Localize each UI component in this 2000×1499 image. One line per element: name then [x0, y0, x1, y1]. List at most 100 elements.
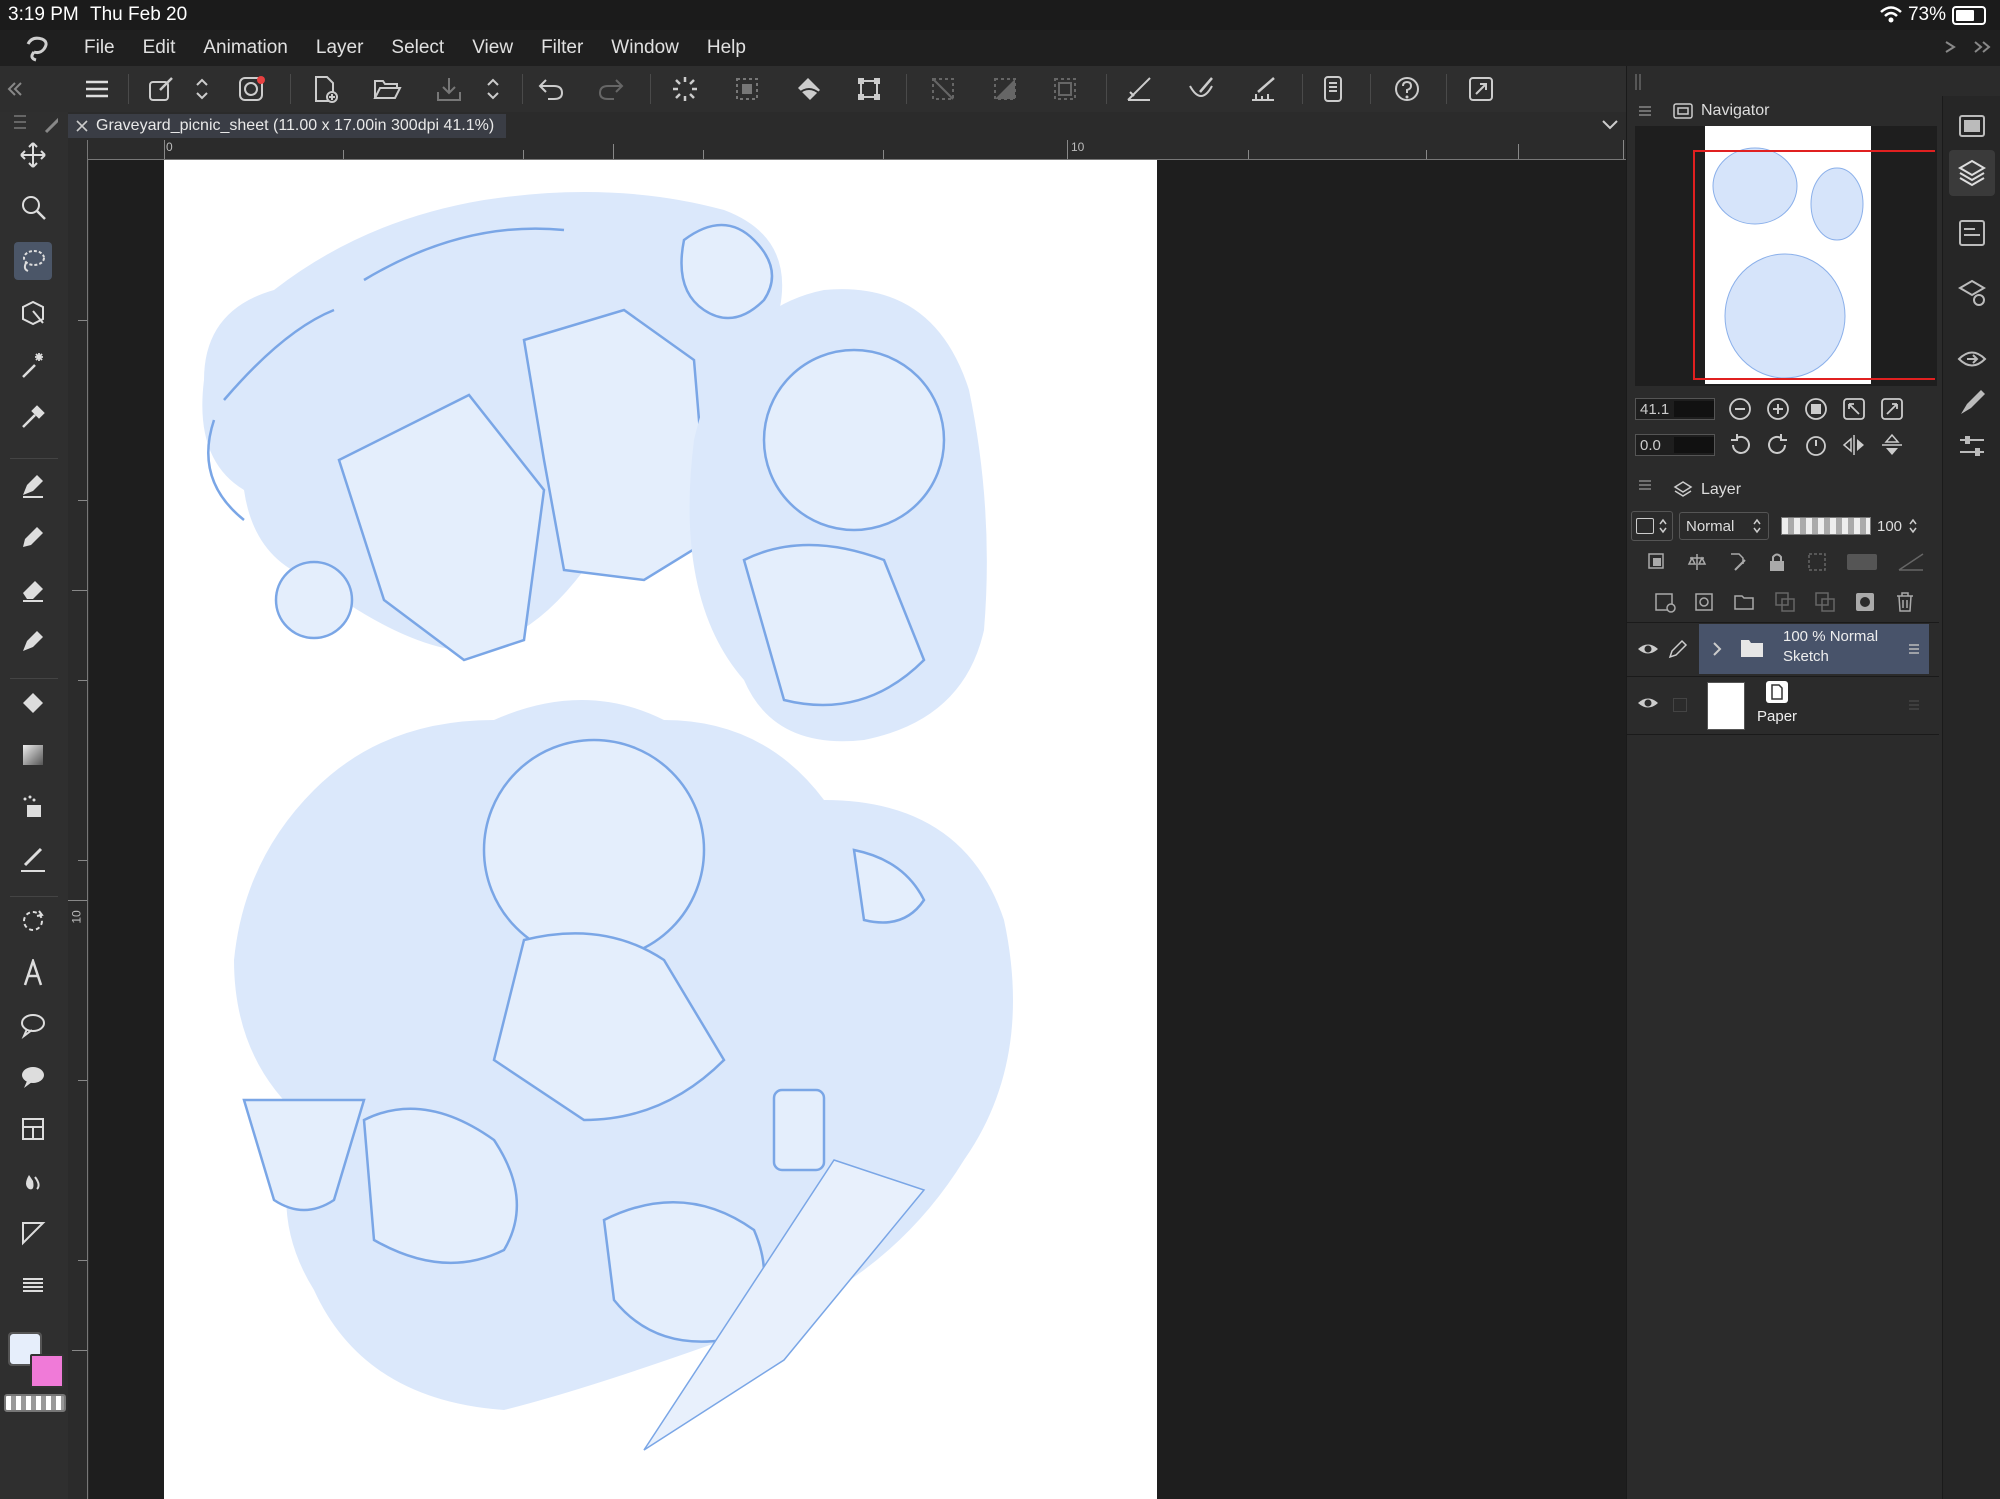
menu-edit[interactable]: Edit	[143, 37, 176, 59]
document-tab[interactable]: Graveyard_picnic_sheet (11.00 x 17.00in …	[68, 114, 507, 138]
blend-mode-select[interactable]: Normal	[1679, 512, 1769, 540]
menu-filter[interactable]: Filter	[541, 37, 583, 59]
deselect-icon[interactable]	[928, 74, 958, 104]
fullscreen-icon[interactable]	[1466, 74, 1496, 104]
sub-view-dock-icon[interactable]	[1955, 342, 1989, 376]
new-folder-icon[interactable]	[1733, 590, 1757, 614]
pencil-tool[interactable]	[14, 518, 52, 556]
zoom-field[interactable]: 41.1	[1635, 398, 1715, 420]
decoration-tool[interactable]	[14, 622, 52, 660]
layer-mask-icon[interactable]	[1853, 590, 1877, 614]
fit-window-icon[interactable]	[1841, 396, 1867, 422]
transfer-lower-icon[interactable]	[1773, 590, 1797, 614]
lasso-selection-tool[interactable]	[14, 242, 52, 280]
menu-file[interactable]: File	[84, 37, 115, 59]
layer-menu-icon[interactable]	[1907, 642, 1921, 656]
loading-icon[interactable]	[670, 74, 700, 104]
actual-size-icon[interactable]	[1803, 396, 1829, 422]
reference-layer-icon[interactable]	[1685, 550, 1709, 574]
new-vector-layer-icon[interactable]	[1693, 590, 1717, 614]
updown-icon[interactable]	[483, 74, 503, 104]
chevron-right-icon[interactable]	[1942, 40, 1960, 54]
canvas-area[interactable]	[89, 160, 1626, 1499]
menu-layer[interactable]: Layer	[316, 37, 364, 59]
menu-animation[interactable]: Animation	[203, 37, 288, 59]
special-ruler-snap-icon[interactable]	[1186, 74, 1216, 104]
eraser-tool[interactable]	[14, 570, 52, 608]
menu-help[interactable]: Help	[707, 37, 746, 59]
opacity-value[interactable]: 100	[1877, 518, 1902, 535]
double-chevron-right-icon[interactable]	[1972, 40, 1994, 54]
flip-vertical-icon[interactable]	[1879, 432, 1905, 458]
fill-window-icon[interactable]	[1879, 396, 1905, 422]
device-settings-icon[interactable]	[1318, 74, 1348, 104]
new-file-icon[interactable]	[310, 74, 340, 104]
close-icon[interactable]	[76, 120, 88, 132]
object-tool[interactable]	[14, 294, 52, 332]
app-logo-icon[interactable]	[22, 34, 52, 62]
airbrush-tool[interactable]	[14, 788, 52, 826]
invert-selection-icon[interactable]	[990, 74, 1020, 104]
clip-icon[interactable]	[1645, 550, 1669, 574]
eye-icon[interactable]	[1637, 692, 1659, 714]
menu-select[interactable]: Select	[391, 37, 444, 59]
canvas-paper[interactable]	[164, 160, 1157, 1499]
double-chevron-left-icon[interactable]	[6, 74, 24, 104]
layer-color-toggle[interactable]	[1631, 511, 1673, 541]
eye-icon[interactable]	[1637, 638, 1659, 660]
navigator-dock-icon[interactable]	[1955, 110, 1989, 144]
layer-search-dock-icon[interactable]	[1955, 276, 1989, 310]
selection-show-icon[interactable]	[732, 74, 762, 104]
ruler-snap-icon[interactable]	[1124, 74, 1154, 104]
pen-tool[interactable]	[14, 466, 52, 504]
rotation-field[interactable]: 0.0	[1635, 434, 1715, 456]
flip-horizontal-icon[interactable]	[1841, 432, 1867, 458]
blend-tool[interactable]	[14, 840, 52, 878]
navigator-view-frame[interactable]	[1693, 150, 1935, 380]
trash-icon[interactable]	[1893, 590, 1917, 614]
draft-layer-icon[interactable]	[1725, 550, 1749, 574]
sub-color-swatch[interactable]	[30, 1354, 64, 1388]
zoom-out-icon[interactable]	[1727, 396, 1753, 422]
sub-tool-list[interactable]	[14, 1266, 52, 1304]
ruler-range-icon[interactable]	[1895, 550, 1929, 574]
updown-icon[interactable]	[1908, 517, 1918, 535]
layer-body[interactable]: 100 % Normal Sketch	[1699, 624, 1929, 674]
grid-snap-icon[interactable]	[1248, 74, 1278, 104]
frame-border-tool[interactable]	[14, 1110, 52, 1148]
ruler-tool[interactable]	[14, 1214, 52, 1252]
rotate-left-icon[interactable]	[1727, 432, 1753, 458]
rotate-tool[interactable]	[14, 902, 52, 940]
balloon-tail-tool[interactable]	[14, 1058, 52, 1096]
layer-item-sketch[interactable]: 100 % Normal Sketch	[1627, 624, 1929, 674]
gradient-tool[interactable]	[14, 736, 52, 774]
transform-icon[interactable]	[854, 74, 884, 104]
mask-enable-icon[interactable]	[1845, 550, 1879, 574]
select-all-icon[interactable]	[1050, 74, 1080, 104]
chevron-down-icon[interactable]	[1600, 118, 1620, 132]
fill-icon[interactable]	[794, 74, 824, 104]
layer-property-dock-icon[interactable]	[1955, 216, 1989, 250]
layers-dock-icon[interactable]	[1955, 156, 1989, 190]
menu-view[interactable]: View	[472, 37, 513, 59]
open-folder-icon[interactable]	[372, 74, 402, 104]
chevron-right-icon[interactable]	[1711, 640, 1723, 658]
panel-menu-icon[interactable]	[1637, 478, 1653, 492]
redo-icon[interactable]	[596, 74, 626, 104]
brush-size-dock-icon[interactable]	[1955, 386, 1989, 420]
record-icon[interactable]	[237, 74, 267, 104]
rotate-right-icon[interactable]	[1765, 432, 1791, 458]
layer-menu-icon[interactable]	[1907, 698, 1921, 712]
pencil-edit-icon[interactable]	[1667, 638, 1689, 660]
menu-window[interactable]: Window	[611, 37, 679, 59]
help-icon[interactable]	[1392, 74, 1422, 104]
lock-icon[interactable]	[1765, 550, 1789, 574]
merge-layer-icon[interactable]	[1813, 590, 1837, 614]
reset-rotation-icon[interactable]	[1803, 432, 1829, 458]
menu-icon[interactable]	[82, 74, 112, 104]
edit-target-box[interactable]	[1673, 698, 1687, 712]
grip-icon[interactable]	[1633, 72, 1643, 92]
transparent-color-swatch[interactable]	[4, 1394, 66, 1412]
auto-select-tool[interactable]	[14, 346, 52, 384]
balloon-tool[interactable]	[14, 1006, 52, 1044]
